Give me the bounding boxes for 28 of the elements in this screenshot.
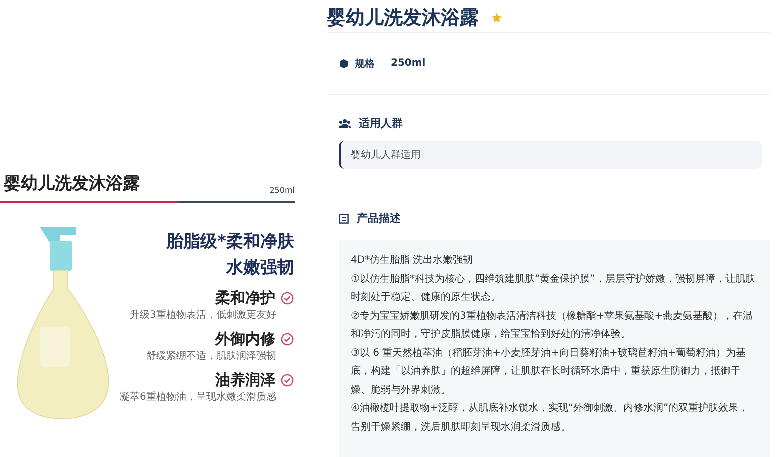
promo-headline: 水嫩强韧 <box>226 257 294 280</box>
check-circle-icon <box>281 333 294 346</box>
promo-headline: 胎脂级*柔和净肤 <box>166 231 294 254</box>
description-paragraph: ②专为宝宝娇嫩肌研发的3重植物表活清洁科技（橡糖酯+苹果氨基酸+燕麦氨基酸），在温和净污的同时，守护皮脂膜健康，给宝宝恰到好处的清净体验。 <box>351 310 754 342</box>
feature-description: 舒缓紧绷不适，肌肤润泽强韧 <box>146 350 276 363</box>
audience-text: 婴幼儿人群适用 <box>339 141 762 169</box>
product-title: 婴幼儿洗发沐浴露 <box>327 6 479 31</box>
document-icon <box>339 214 349 224</box>
feature-title: 油养润泽 <box>215 371 276 390</box>
description-paragraph: 4D*仿生胎脂 洗出水嫩强韧 <box>351 254 474 268</box>
spec-value: 250ml <box>391 58 426 69</box>
description-paragraph: ①以仿生胎脂*科技为核心，四维筑建肌肤“黄金保护膜”，层层守护娇嫩，强韧屏障，让肌肤时刻处于稳定、健康的原生状态。 <box>351 272 756 305</box>
check-circle-icon <box>281 292 294 305</box>
promo-volume: 250ml <box>270 186 295 195</box>
cube-icon <box>339 58 349 68</box>
description-paragraph: ③以 6 重天然植萃油（稻胚芽油+小麦胚芽油+向日葵籽油+玻璃苣籽油+葡萄籽油）为基底，构建「以油养肤」的超维屏障，让肌肤在长时循环水盾中，重获原生防御力，抵御干燥、脆弱与外界刺激。 <box>351 346 748 398</box>
feature-title: 柔和净护 <box>215 289 276 308</box>
users-icon <box>339 119 351 128</box>
description-heading: 产品描述 <box>357 211 401 226</box>
star-icon[interactable] <box>491 12 503 24</box>
audience-heading: 适用人群 <box>359 116 403 131</box>
check-circle-icon <box>281 374 294 387</box>
feature-description: 凝萃6重植物油，呈现水嫩柔滑质感 <box>120 390 276 404</box>
feature-title: 外御内修 <box>215 330 276 349</box>
feature-description: 升级3重植物表活，低刺激更友好 <box>130 308 276 322</box>
promo-title: 婴幼儿洗发沐浴露 <box>4 173 140 195</box>
description-paragraph: ④油橄榄叶提取物+泛醇，从肌底补水锁水，实现“外御刺激、内修水润”的双重护肤效果，告别干燥紧绷，洗后肌肤即刻呈现水润柔滑质感。 <box>351 402 750 434</box>
spec-label: 规格 <box>355 58 375 70</box>
